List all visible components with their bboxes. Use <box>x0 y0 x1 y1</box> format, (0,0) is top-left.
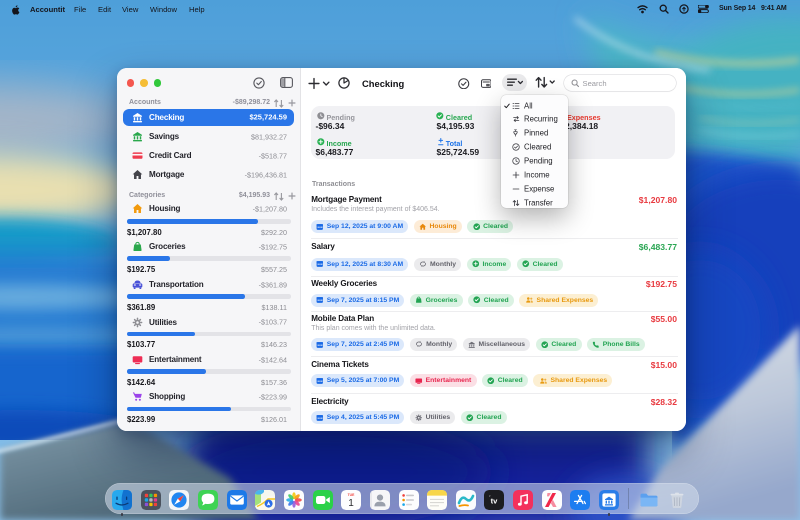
svg-text:tv: tv <box>491 496 499 505</box>
svg-text:1: 1 <box>348 498 354 509</box>
svg-text:TUE: TUE <box>348 493 356 497</box>
